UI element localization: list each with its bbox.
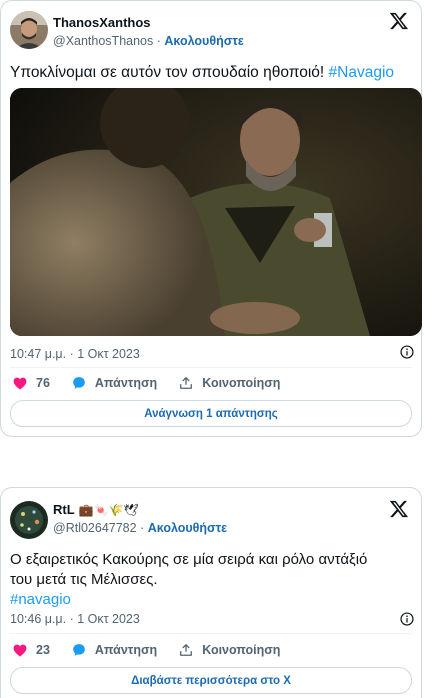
share-arrow-icon [180, 377, 193, 389]
follow-button[interactable]: Ακολουθήστε [148, 521, 227, 535]
action-bar: 76 Απάντηση Κοινοποίηση [13, 376, 302, 390]
separator: · [140, 521, 145, 535]
info-icon[interactable] [400, 612, 414, 626]
handle[interactable]: @Rtl02647782 [53, 521, 137, 535]
hashtag-link[interactable]: #Navagio [329, 64, 395, 81]
like-button[interactable]: 23 [13, 643, 50, 657]
divider [10, 633, 412, 634]
x-logo-icon[interactable] [389, 11, 409, 31]
share-button[interactable]: Κοινοποίηση [179, 643, 280, 657]
tweet-body: Υποκλίνομαι σε αυτόν τον σπουδαίο ηθοποι… [10, 64, 325, 81]
divider [10, 367, 412, 368]
like-button[interactable]: 76 [13, 376, 50, 390]
handle[interactable]: @XanthosThanos [53, 34, 153, 48]
heart-icon [13, 377, 27, 390]
share-label: Κοινοποίηση [202, 376, 281, 390]
reply-label: Απάντηση [94, 376, 158, 390]
like-count: 76 [36, 376, 50, 390]
tweet-image[interactable] [10, 88, 422, 336]
timestamp[interactable]: 10:47 μ.μ. · 1 Οκτ 2023 [10, 347, 140, 361]
share-button[interactable]: Κοινοποίηση [179, 376, 280, 390]
timestamp[interactable]: 10:46 μ.μ. · 1 Οκτ 2023 [10, 612, 140, 626]
tweet-body-line: Ο εξαιρετικός Κακούρης σε μία σειρά και … [10, 551, 368, 568]
reply-label: Απάντηση [94, 643, 158, 657]
heart-icon [13, 644, 27, 657]
reply-button[interactable]: Απάντηση [72, 643, 157, 657]
read-more-button[interactable]: Διαβάστε περισσότερα στο X [10, 667, 412, 694]
reply-button[interactable]: Απάντηση [72, 376, 157, 390]
tweet-body-line: του μετά τις Μέλισσες. [10, 571, 158, 588]
follow-button[interactable]: Ακολουθήστε [164, 34, 243, 48]
read-replies-button[interactable]: Ανάγνωση 1 απάντησης [10, 400, 412, 427]
share-arrow-icon [180, 644, 193, 656]
speech-bubble-icon [73, 644, 85, 656]
tweet-text: Υποκλίνομαι σε αυτόν τον σπουδαίο ηθοποι… [10, 63, 409, 83]
tweet-text: Ο εξαιρετικός Κακούρης σε μία σειρά και … [10, 550, 409, 610]
avatar[interactable] [10, 11, 48, 49]
name-row: RtL 💼🍬🌾🕊 [53, 502, 139, 517]
handle-row: @XanthosThanos · Ακολουθήστε [53, 34, 244, 48]
separator: · [156, 34, 161, 48]
tweet-card: RtL 💼🍬🌾🕊 @Rtl02647782 · Ακολουθήστε Ο εξ… [0, 487, 422, 698]
hashtag-link[interactable]: #navagio [10, 590, 409, 610]
info-icon[interactable] [400, 345, 414, 359]
tweet-card: ThanosXanthos @XanthosThanos · Ακολουθήσ… [0, 0, 422, 437]
speech-bubble-icon [73, 377, 85, 389]
x-logo-icon[interactable] [389, 499, 409, 519]
avatar[interactable] [10, 501, 48, 539]
action-bar: 23 Απάντηση Κοινοποίηση [13, 643, 302, 657]
handle-row: @Rtl02647782 · Ακολουθήστε [53, 521, 227, 535]
display-name[interactable]: RtL [53, 502, 75, 517]
like-count: 23 [36, 643, 50, 657]
share-label: Κοινοποίηση [202, 643, 281, 657]
name-emojis: 💼🍬🌾🕊 [78, 502, 139, 517]
display-name[interactable]: ThanosXanthos [53, 15, 151, 30]
